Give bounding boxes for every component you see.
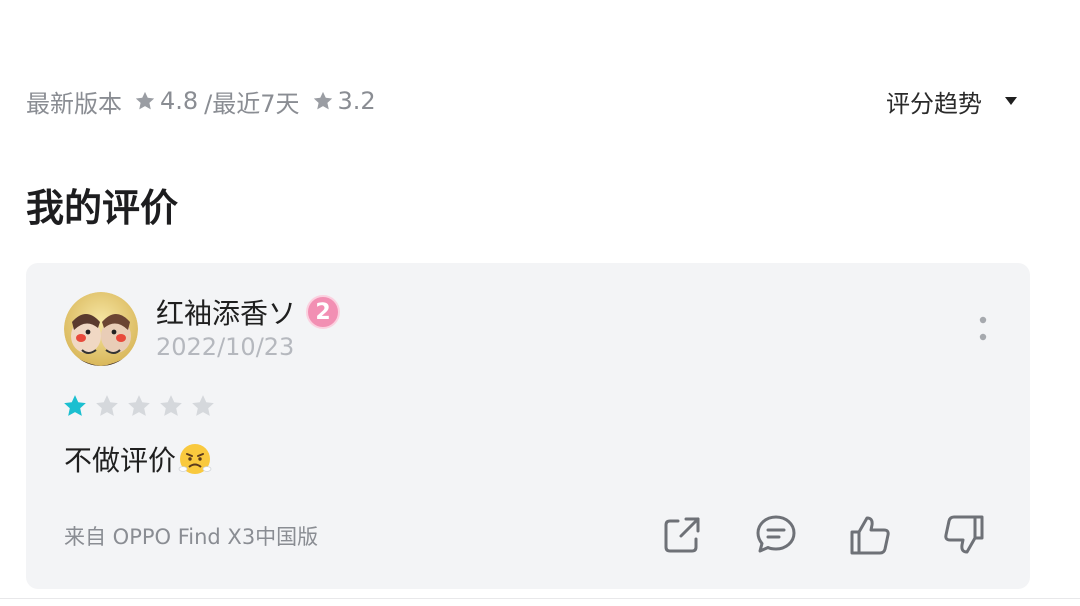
comment-button[interactable] — [754, 513, 798, 557]
star-empty-icon — [160, 395, 182, 416]
share-icon — [664, 517, 700, 553]
avatar[interactable] — [64, 292, 138, 366]
review-actions — [610, 513, 986, 557]
device-source: 来自 OPPO Find X3中国版 — [64, 525, 319, 549]
user-name-row: 红袖添香ソ 2 — [156, 292, 341, 332]
recent-7-days-label: /最近7天 — [204, 89, 300, 118]
bottom-divider — [0, 598, 1080, 599]
recent-7-days-score: 3.2 — [337, 87, 376, 115]
level-badge: 2 — [306, 295, 341, 329]
comment-icon — [756, 515, 796, 553]
rating-trend-dropdown[interactable]: 评分趋势 — [886, 84, 1030, 119]
review-card: 红袖添香ソ 2 2022/10/23 不做评价 来自 OPPO Find X3中… — [26, 263, 1030, 589]
user-name[interactable]: 红袖添香ソ — [156, 292, 296, 332]
rating-trend-label: 评分趋势 — [886, 89, 982, 118]
star-empty-icon — [192, 395, 214, 416]
my-review-title: 我的评价 — [26, 186, 179, 230]
rating-summary: 最新版本 4.8 /最近7天 3.2 — [26, 84, 376, 119]
more-options-icon[interactable] — [976, 315, 990, 345]
share-button[interactable] — [660, 513, 704, 557]
dislike-button[interactable] — [942, 513, 986, 557]
caret-down-icon — [1005, 97, 1017, 105]
like-button[interactable] — [848, 513, 892, 557]
star-filled-icon — [64, 395, 86, 416]
rating-summary-row: 最新版本 4.8 /最近7天 3.2 评分趋势 — [26, 82, 1030, 120]
thumbs-down-icon — [944, 515, 984, 554]
star-empty-icon — [128, 395, 150, 416]
latest-version-label: 最新版本 — [26, 89, 122, 118]
review-date: 2022/10/23 — [156, 333, 295, 361]
star-icon — [135, 91, 155, 110]
star-rating — [62, 393, 222, 419]
review-text-row: 不做评价 — [64, 439, 212, 479]
angry-face-emoji — [178, 444, 212, 474]
review-text: 不做评价 — [64, 444, 177, 477]
latest-version-score: 4.8 — [160, 87, 199, 115]
star-empty-icon — [96, 395, 118, 416]
star-icon — [313, 91, 332, 110]
thumbs-up-icon — [850, 516, 890, 555]
